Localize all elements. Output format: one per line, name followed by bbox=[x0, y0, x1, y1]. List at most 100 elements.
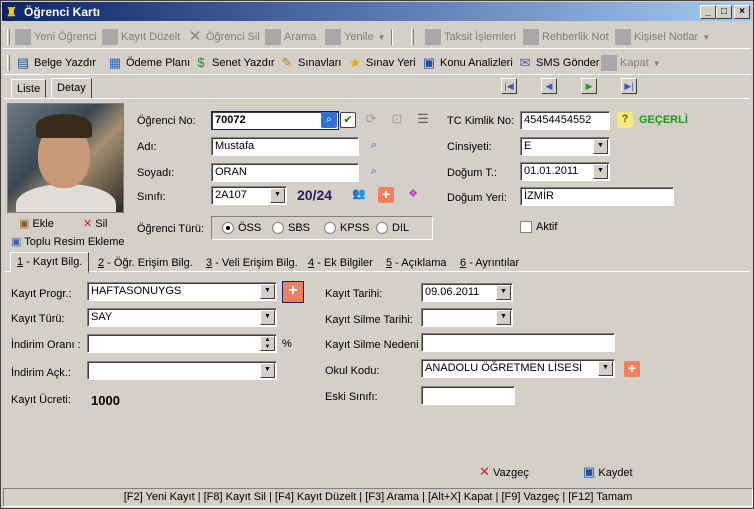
class-label: Sınıfı: bbox=[137, 191, 166, 203]
cancel-icon: ✕ bbox=[479, 464, 490, 479]
new-student-button[interactable]: Yeni Öğrenci bbox=[15, 28, 97, 46]
print-bond-button[interactable]: $ Senet Yazdır bbox=[193, 54, 274, 72]
reg-type-label: Kayıt Türü: bbox=[11, 313, 65, 325]
reg-type-select[interactable]: SAY ▼ bbox=[87, 308, 277, 327]
tc-input[interactable]: 45454454552 bbox=[520, 111, 610, 130]
school-code-label: Okul Kodu: bbox=[325, 365, 380, 377]
delete-date-input[interactable]: ▼ bbox=[421, 308, 513, 327]
print-document-button[interactable]: ▤ Belge Yazdır bbox=[15, 54, 96, 72]
status-bar: [F2] Yeni Kayıt | [F8] Kayıt Sil | [F4] … bbox=[3, 488, 753, 507]
discount-rate-input[interactable]: ▲ ▼ bbox=[87, 334, 277, 353]
program-select[interactable]: HAFTASONUYGS ▼ bbox=[87, 282, 277, 301]
last-record-button[interactable]: ▶| bbox=[621, 78, 637, 94]
surname-search-icon[interactable]: ⌕ bbox=[366, 164, 382, 180]
delete-reason-label: Kayıt Silme Nedeni : bbox=[325, 339, 425, 351]
first-record-icon: |◀ bbox=[504, 81, 514, 91]
subtab-details[interactable]: 6 - Ayrıntılar bbox=[454, 254, 525, 272]
surname-input[interactable]: ORAN bbox=[211, 163, 359, 182]
radio-dil[interactable]: DIL bbox=[376, 222, 409, 235]
toolbar-main: Yeni Öğrenci Kayıt Düzelt ✕ Öğrenci Sil A… bbox=[3, 24, 751, 49]
close-window-button[interactable]: × bbox=[734, 5, 750, 19]
school-code-select[interactable]: ANADOLU ÖĞRETMEN LİSESİ ▼ bbox=[421, 359, 615, 378]
tc-status: GEÇERLİ bbox=[639, 114, 688, 126]
refresh-icon[interactable]: ⟳ bbox=[363, 111, 379, 127]
save-button[interactable]: ▣ Kaydet bbox=[583, 464, 633, 480]
birth-place-input[interactable]: İZMİR bbox=[520, 187, 674, 206]
birth-date-input[interactable]: 01.01.2011 ▼ bbox=[520, 162, 610, 181]
student-photo bbox=[7, 103, 124, 213]
radio-kpss[interactable]: KPSS bbox=[324, 222, 369, 235]
check-icon[interactable]: ✔ bbox=[340, 112, 356, 128]
chevron-down-icon: ▼ bbox=[702, 33, 711, 42]
search-icon[interactable]: ⌕ bbox=[321, 112, 337, 128]
tab-list[interactable]: Liste bbox=[11, 79, 47, 98]
name-input[interactable]: Mustafa bbox=[211, 137, 359, 156]
add-school-button[interactable]: + bbox=[624, 361, 640, 377]
topic-analysis-button[interactable]: ▣ Konu Analizleri bbox=[421, 54, 513, 72]
name-label: Adı: bbox=[137, 141, 157, 153]
edit-icon bbox=[102, 29, 118, 46]
add-photo-button[interactable]: ▣ Ekle bbox=[19, 217, 54, 230]
exam-place-button[interactable]: ★ Sınav Yeri bbox=[347, 54, 415, 72]
bulk-photo-button[interactable]: ▣ Toplu Resim Ekleme bbox=[11, 235, 125, 248]
minimize-button[interactable]: _ bbox=[700, 5, 716, 19]
toolbar-secondary: ▤ Belge Yazdır ▦ Ödeme Planı $ Senet Yazdır… bbox=[3, 50, 751, 75]
guidance-note-icon bbox=[523, 29, 539, 46]
delete-icon: ✕ bbox=[83, 218, 93, 230]
previous-record-button[interactable]: ◀ bbox=[541, 78, 557, 94]
old-class-input[interactable] bbox=[421, 386, 515, 405]
exams-button[interactable]: ✎ Sınavları bbox=[279, 54, 342, 72]
chevron-down-icon: ▼ bbox=[377, 33, 386, 42]
save-icon: ▣ bbox=[583, 464, 596, 479]
subtab-parent-access[interactable]: 3 - Veli Erişim Bilg. bbox=[200, 254, 304, 272]
add-class-button[interactable]: + bbox=[378, 187, 394, 203]
next-record-button[interactable]: ▶ bbox=[581, 78, 597, 94]
program-label: Kayıt Progr.: bbox=[11, 288, 72, 300]
subtab-student-access[interactable]: 2 - Öğr. Erişim Bilg. bbox=[92, 254, 199, 272]
installments-button[interactable]: Taksit İşlemleri bbox=[425, 28, 516, 46]
reg-date-input[interactable]: 09.06.2011 ▼ bbox=[421, 283, 513, 302]
chevron-down-icon: ▼ bbox=[496, 310, 511, 325]
list-icon[interactable]: ☰ bbox=[415, 111, 431, 127]
discount-rate-label: İndirim Oranı : bbox=[11, 339, 81, 351]
document-icon: ▤ bbox=[16, 55, 30, 71]
cancel-button[interactable]: ✕ Vazgeç bbox=[479, 464, 529, 480]
puzzle-icon[interactable]: ❖ bbox=[405, 187, 421, 203]
student-type-group: ÖSS SBS KPSS DIL bbox=[211, 216, 433, 240]
student-type-label: Öğrenci Türü: bbox=[137, 223, 205, 235]
search-button[interactable]: Arama bbox=[265, 28, 316, 46]
delete-reason-input[interactable] bbox=[421, 333, 615, 352]
delete-photo-button[interactable]: ✕ Sil bbox=[83, 217, 108, 230]
guidance-note-button[interactable]: Rehberlik Not bbox=[523, 28, 609, 46]
users-icon[interactable]: 👥 bbox=[351, 187, 367, 203]
class-select[interactable]: 2A107 ▼ bbox=[211, 186, 287, 205]
subtab-extra-info[interactable]: 4 - Ek Bilgiler bbox=[302, 254, 379, 272]
active-checkbox[interactable]: Aktif bbox=[520, 221, 557, 234]
edit-record-button[interactable]: Kayıt Düzelt bbox=[102, 28, 180, 46]
discount-desc-select[interactable]: ▼ bbox=[87, 361, 277, 380]
next-record-icon: ▶ bbox=[585, 81, 593, 91]
subtab-description[interactable]: 5 - Açıklama bbox=[380, 254, 453, 272]
lock-icon[interactable]: ⊡ bbox=[389, 111, 405, 127]
personal-notes-button[interactable]: Kişisel Notlar ▼ bbox=[615, 28, 710, 46]
name-search-icon[interactable]: ⌕ bbox=[366, 138, 382, 154]
student-card-window: ♜ Öğrenci Kartı _ □ × Yeni Öğrenci Kayıt… bbox=[0, 0, 754, 509]
add-program-button[interactable]: + bbox=[282, 281, 304, 303]
radio-oss[interactable]: ÖSS bbox=[222, 222, 261, 235]
tab-detail[interactable]: Detay bbox=[51, 78, 92, 99]
refresh-button[interactable]: Yenile ▼ bbox=[325, 28, 386, 46]
spinner-icon[interactable]: ▲ ▼ bbox=[260, 336, 275, 351]
delete-student-button[interactable]: ✕ Öğrenci Sil bbox=[187, 28, 260, 46]
student-no-input[interactable]: 70072 bbox=[211, 111, 339, 130]
chevron-down-icon: ▼ bbox=[496, 285, 511, 300]
subtab-registration[interactable]: 1 - Kayıt Bilg. bbox=[10, 252, 90, 273]
sms-send-button[interactable]: ✉ SMS Gönder bbox=[517, 54, 600, 72]
radio-sbs[interactable]: SBS bbox=[272, 222, 310, 235]
maximize-button[interactable]: □ bbox=[716, 5, 732, 19]
help-icon[interactable]: ? bbox=[617, 112, 633, 128]
first-record-button[interactable]: |◀ bbox=[501, 78, 517, 94]
payment-plan-button[interactable]: ▦ Ödeme Planı bbox=[107, 54, 190, 72]
gender-select[interactable]: E ▼ bbox=[520, 137, 610, 156]
close-form-button[interactable]: Kapat ▼ bbox=[601, 54, 661, 72]
chevron-down-icon: ▼ bbox=[260, 284, 275, 299]
